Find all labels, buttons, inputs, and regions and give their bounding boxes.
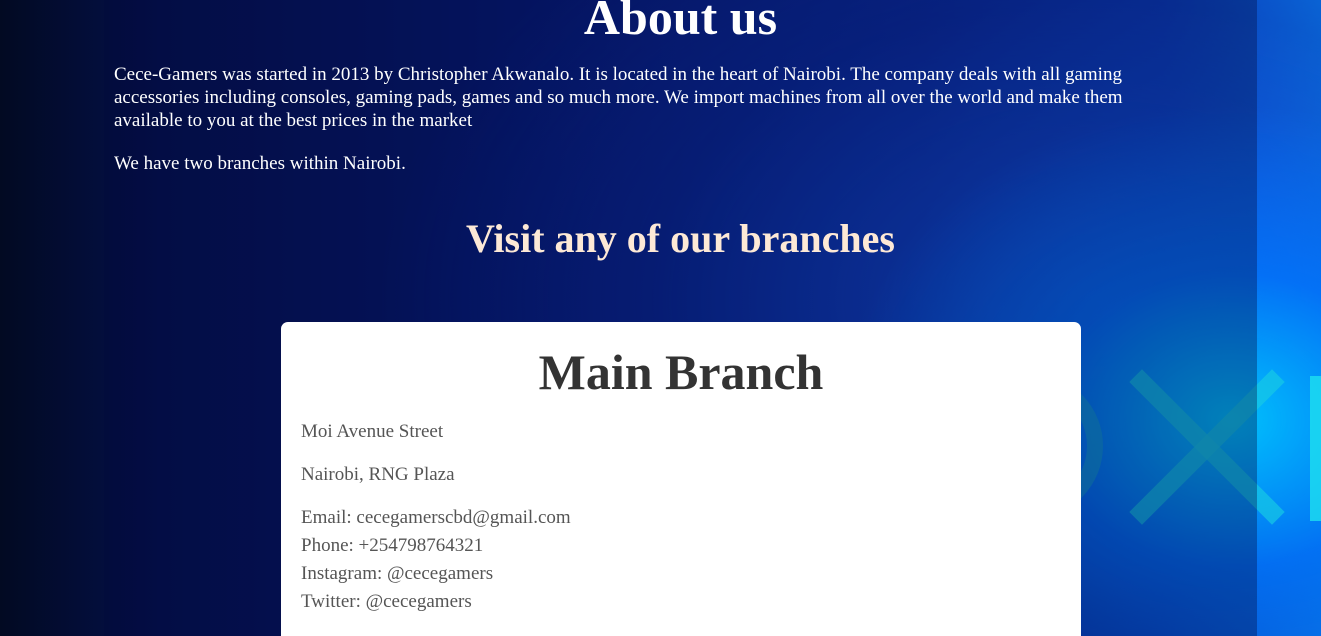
branch-email: Email: cecegamerscbd@gmail.com xyxy=(301,507,571,528)
branch-phone: Phone: +254798764321 xyxy=(301,535,484,556)
branch-twitter: Twitter: @cecegamers xyxy=(301,591,472,612)
branch-contact-info: Email: cecegamerscbd@gmail.com Phone: +2… xyxy=(301,504,571,616)
branches-heading: Visit any of our branches xyxy=(466,216,895,261)
branch-instagram: Instagram: @cecegamers xyxy=(301,563,494,584)
about-paragraph: Cece-Gamers was started in 2013 by Chris… xyxy=(114,64,1123,131)
branches-count-text: We have two branches within Nairobi. xyxy=(114,153,406,174)
main-branch-card: Main Branch Moi Avenue Street Nairobi, R… xyxy=(281,322,1081,636)
playstation-shape-edge xyxy=(1310,376,1321,521)
about-title: About us xyxy=(583,0,778,45)
branch-location: Nairobi, RNG Plaza xyxy=(301,464,455,485)
branch-title: Main Branch xyxy=(538,344,824,400)
branch-street: Moi Avenue Street xyxy=(301,421,444,442)
